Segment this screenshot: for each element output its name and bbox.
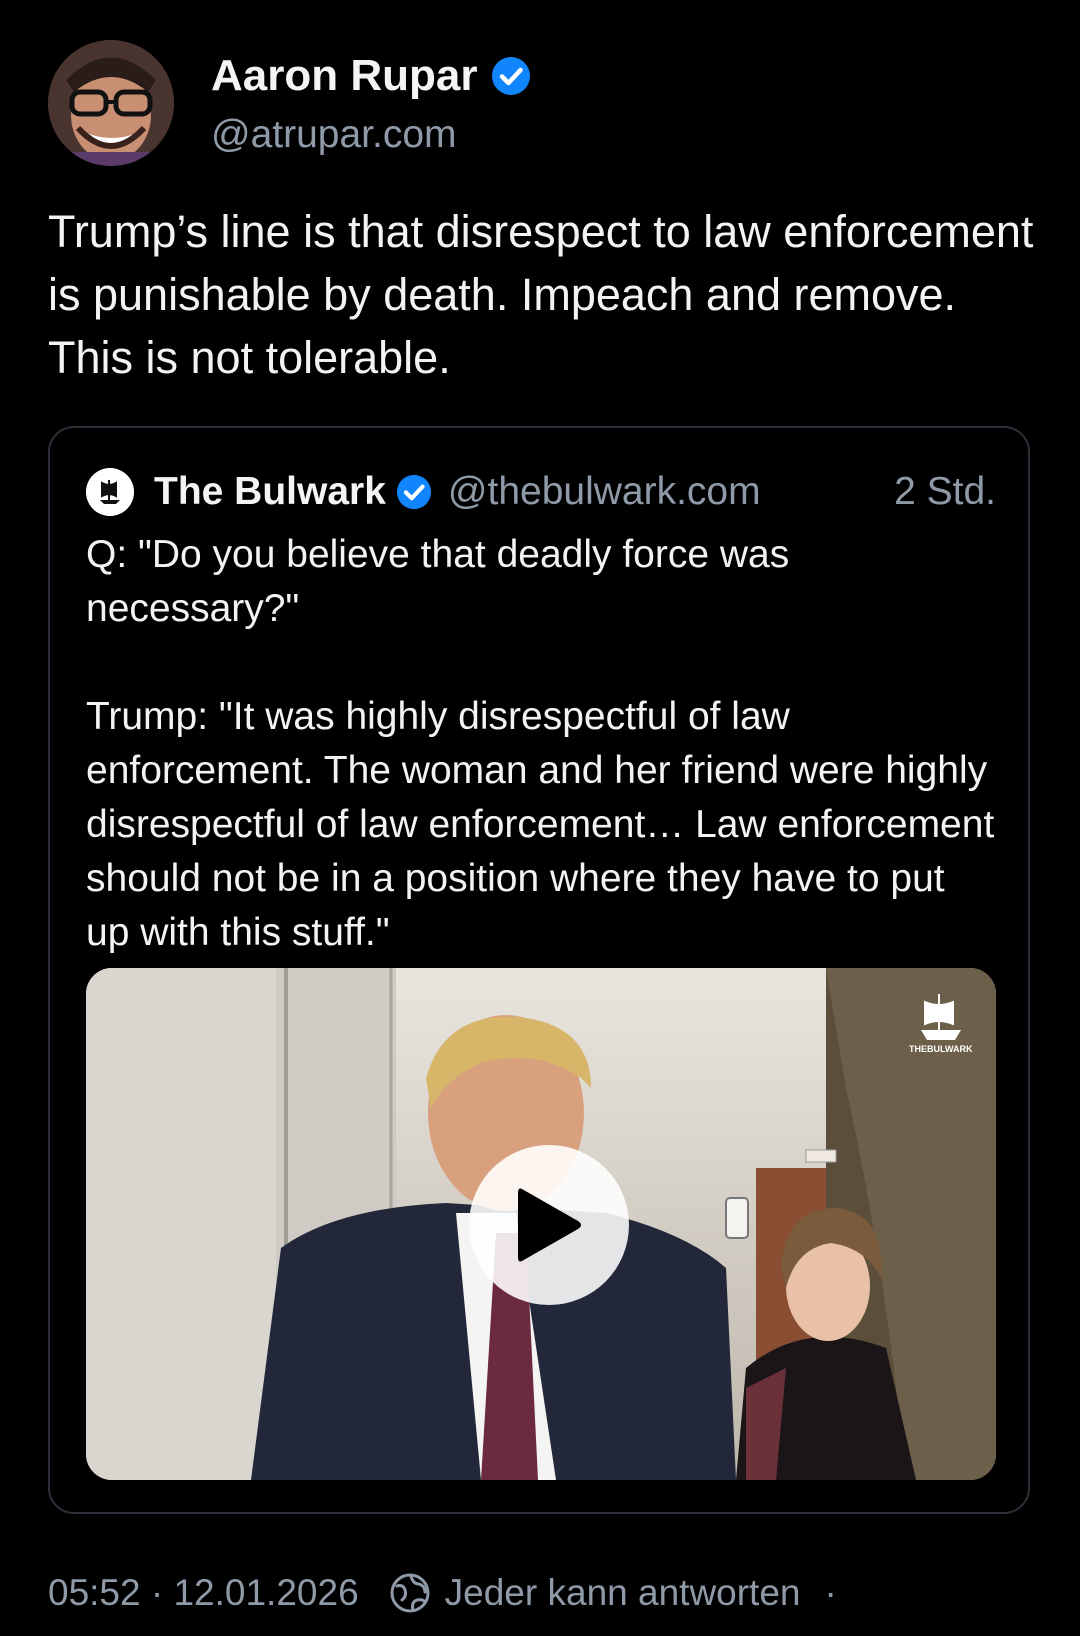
quoted-author-handle[interactable]: @thebulwark.com xyxy=(448,470,761,514)
author-name-row[interactable]: Aaron Rupar xyxy=(211,46,531,106)
author-handle[interactable]: @atrupar.com xyxy=(211,110,457,160)
reply-settings-label[interactable]: Jeder kann antworten xyxy=(445,1572,801,1614)
footer-separator: · xyxy=(824,1572,837,1613)
quoted-verified-badge-icon xyxy=(396,474,431,510)
video-watermark: THEBULWARK xyxy=(909,1044,973,1054)
video-player[interactable]: THEBULWARK xyxy=(86,968,996,1480)
quoted-author-name[interactable]: The Bulwark xyxy=(154,470,386,514)
reply-settings-icon[interactable] xyxy=(389,1572,431,1614)
quoted-post-time[interactable]: 2 Std. xyxy=(894,470,996,514)
quoted-author-avatar[interactable] xyxy=(86,468,134,516)
quoted-post-text: Q: "Do you believe that deadly force was… xyxy=(86,533,995,954)
post-text: Trump’s line is that disrespect to law e… xyxy=(48,206,1034,383)
quoted-post-header: The Bulwark @thebulwark.com 2 Std. xyxy=(86,462,996,522)
quoted-post-card[interactable]: The Bulwark @thebulwark.com 2 Std. Q: "D… xyxy=(48,426,1030,1514)
post-timestamp[interactable]: 05:52 · 12.01.2026 xyxy=(48,1572,359,1614)
author-name[interactable]: Aaron Rupar xyxy=(211,46,477,106)
play-button[interactable] xyxy=(469,1145,629,1305)
post-footer: 05:52 · 12.01.2026 Jeder kann antworten … xyxy=(48,1565,1048,1621)
play-icon xyxy=(518,1188,581,1262)
verified-badge-icon xyxy=(492,57,531,95)
author-avatar[interactable] xyxy=(48,40,174,166)
